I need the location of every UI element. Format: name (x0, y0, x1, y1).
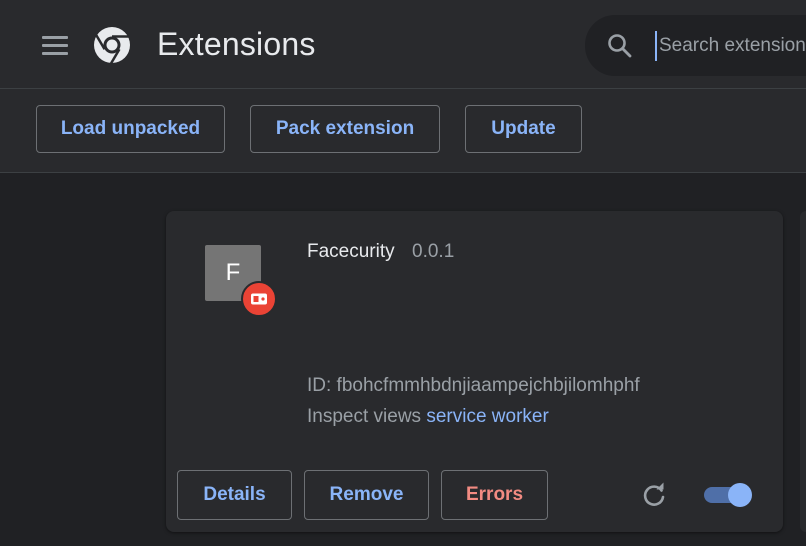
search-box[interactable] (585, 15, 806, 76)
app-header: Extensions (0, 0, 806, 89)
extension-icon-letter: F (225, 259, 241, 286)
extension-version: 0.0.1 (412, 241, 455, 262)
next-extension-card-edge (800, 211, 806, 532)
service-worker-link[interactable]: service worker (426, 406, 548, 427)
inspect-views-label: Inspect views (307, 406, 422, 427)
search-input[interactable] (655, 31, 806, 61)
developer-toolbar: Load unpacked Pack extension Update (0, 89, 806, 173)
extension-name: Facecurity (307, 241, 395, 262)
service-worker-badge-icon (241, 281, 277, 317)
hamburger-menu-icon[interactable] (40, 34, 70, 58)
update-button[interactable]: Update (465, 105, 582, 153)
inspect-views: Inspect views service worker (307, 406, 549, 428)
details-button[interactable]: Details (177, 470, 292, 520)
extension-card: F Facecurity 0.0.1 ID: fbohcfmmhbdnjiaam… (166, 211, 783, 532)
remove-button[interactable]: Remove (304, 470, 429, 520)
page-title: Extensions (157, 26, 316, 62)
errors-button[interactable]: Errors (441, 470, 548, 520)
chrome-logo-icon (94, 27, 130, 65)
load-unpacked-button[interactable]: Load unpacked (36, 105, 225, 153)
enable-toggle[interactable] (704, 483, 754, 507)
extensions-list: F Facecurity 0.0.1 ID: fbohcfmmhbdnjiaam… (0, 173, 806, 546)
extension-id: ID: fbohcfmmhbdnjiaampejchbjilomhphf (307, 375, 640, 396)
pack-extension-button[interactable]: Pack extension (250, 105, 440, 153)
search-icon[interactable] (607, 33, 633, 59)
reload-icon[interactable] (639, 480, 669, 510)
toggle-knob (728, 483, 752, 507)
